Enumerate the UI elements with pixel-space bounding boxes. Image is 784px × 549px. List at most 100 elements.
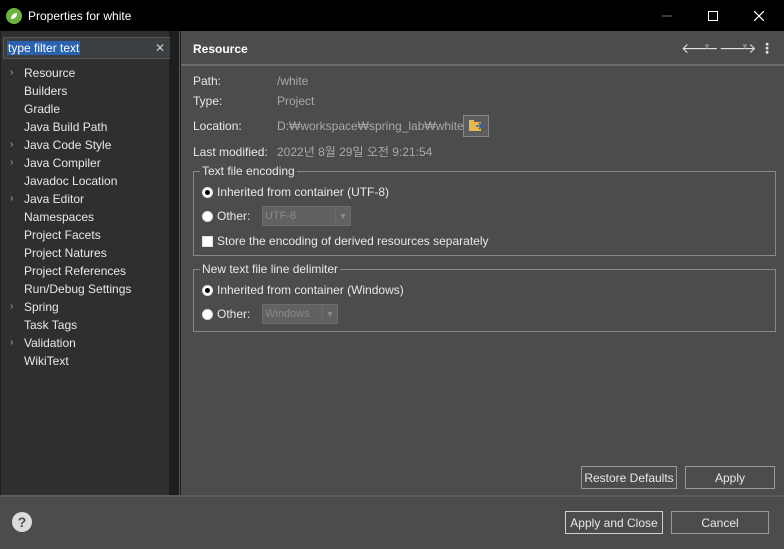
tree-item-label: Javadoc Location <box>24 174 118 188</box>
store-derived-label: Store the encoding of derived resources … <box>217 234 489 248</box>
tree-item-label: Project Natures <box>24 246 107 260</box>
chevron-down-icon[interactable]: ▼ <box>335 207 350 225</box>
page-title: Resource <box>193 42 248 56</box>
delimiter-combo[interactable]: Windows ▼ <box>262 304 338 324</box>
encoding-other-label: Other: <box>217 209 251 223</box>
tree-item-label: Validation <box>24 336 76 350</box>
path-label: Path: <box>193 74 222 88</box>
left-pane: type filter text ✕ › Resource Builders Grad… <box>1 31 171 495</box>
delimiter-other-radio[interactable]: Other: <box>202 305 250 323</box>
radio-unselected-icon[interactable] <box>202 308 213 320</box>
tree-item-label: Gradle <box>24 102 61 116</box>
help-icon[interactable]: ? <box>12 512 32 532</box>
modified-label: Last modified: <box>193 145 268 159</box>
encoding-group: Text file encoding Inherited from contai… <box>193 163 776 256</box>
encoding-other-radio[interactable]: Other: <box>202 207 250 225</box>
tree-item-project-references[interactable]: Project References <box>1 262 169 280</box>
cancel-button[interactable]: Cancel <box>671 511 769 534</box>
encoding-group-title: Text file encoding <box>200 163 297 179</box>
right-pane: Resource 🡐 ▼ 🡒 ▼ ⋮ Path: /white Type: Pr… <box>181 31 784 495</box>
forward-arrow-icon[interactable]: 🡒 <box>719 40 757 57</box>
type-value: Project <box>277 94 315 108</box>
tree-item-label: Task Tags <box>24 318 78 332</box>
back-dropdown-icon[interactable]: ▼ <box>703 42 711 51</box>
tree-item-label: Project References <box>24 264 127 278</box>
path-value: /white <box>277 74 309 88</box>
tree-item-validation[interactable]: › Validation <box>1 334 169 352</box>
tree-item-label: Run/Debug Settings <box>24 282 132 296</box>
back-arrow-icon[interactable]: 🡐 <box>681 40 719 57</box>
chevron-right-icon[interactable]: › <box>10 334 13 352</box>
delimiter-group: New text file line delimiter Inherited f… <box>193 261 776 332</box>
page-header: Resource 🡐 ▼ 🡒 ▼ ⋮ <box>181 31 784 66</box>
tree-item-label: Builders <box>24 84 68 98</box>
tree-item-label: Java Editor <box>24 192 85 206</box>
delimiter-other-label: Other: <box>217 307 251 321</box>
pane-divider[interactable] <box>170 31 180 495</box>
type-label: Type: <box>193 94 223 108</box>
encoding-combo[interactable]: UTF-8 ▼ <box>262 206 351 226</box>
chevron-right-icon[interactable]: › <box>10 190 13 208</box>
tree-item-builders[interactable]: Builders <box>1 82 169 100</box>
chevron-right-icon[interactable]: › <box>10 154 13 172</box>
tree-item-label: Resource <box>24 66 76 80</box>
tree-item-gradle[interactable]: Gradle <box>1 100 169 118</box>
minimize-icon <box>662 15 672 16</box>
tree-item-label: Namespaces <box>24 210 95 224</box>
maximize-button[interactable] <box>690 0 736 31</box>
chevron-right-icon[interactable]: › <box>10 136 13 154</box>
clear-icon[interactable]: ✕ <box>155 41 165 55</box>
tree-item-label: Java Code Style <box>24 138 112 152</box>
delimiter-inherited-radio[interactable]: Inherited from container (Windows) <box>202 281 404 299</box>
encoding-inherited-label: Inherited from container (UTF-8) <box>217 185 390 199</box>
tree-item-java-compiler[interactable]: › Java Compiler <box>1 154 169 172</box>
chevron-down-icon[interactable]: ▼ <box>322 305 337 323</box>
close-button[interactable] <box>736 0 782 31</box>
modified-row: Last modified: 2022년 8월 29일 오전 9:21:54 <box>193 143 432 161</box>
tree-item-resource[interactable]: › Resource <box>1 64 169 82</box>
window-title: Properties for white <box>28 8 132 23</box>
open-location-button[interactable] <box>463 115 489 137</box>
tree-item-namespaces[interactable]: Namespaces <box>1 208 169 226</box>
delimiter-group-title: New text file line delimiter <box>200 261 341 277</box>
open-folder-icon <box>469 120 484 131</box>
tree-item-java-editor[interactable]: › Java Editor <box>1 190 169 208</box>
bottom-bar: ? Apply and Close Cancel <box>0 497 784 549</box>
encoding-inherited-radio[interactable]: Inherited from container (UTF-8) <box>202 183 389 201</box>
radio-selected-icon[interactable] <box>202 186 213 198</box>
restore-defaults-button[interactable]: Restore Defaults <box>581 466 677 489</box>
title-bar: Properties for white <box>0 0 784 31</box>
more-vert-icon[interactable]: ⋮ <box>760 40 774 57</box>
tree-item-java-code-style[interactable]: › Java Code Style <box>1 136 169 154</box>
filter-text[interactable]: type filter text <box>7 41 81 55</box>
encoding-combo-value: UTF-8 <box>265 210 297 222</box>
property-tree: › Resource Builders Gradle Java Build Path › J… <box>1 64 169 370</box>
spring-leaf-icon <box>6 7 22 24</box>
tree-item-wikitext[interactable]: WikiText <box>1 352 169 370</box>
tree-item-project-facets[interactable]: Project Facets <box>1 226 169 244</box>
chevron-right-icon[interactable]: › <box>10 298 13 316</box>
tree-item-javadoc-location[interactable]: Javadoc Location <box>1 172 169 190</box>
checkbox-icon[interactable] <box>202 235 213 247</box>
tree-item-java-build-path[interactable]: Java Build Path <box>1 118 169 136</box>
tree-item-label: WikiText <box>24 354 69 368</box>
path-row: Path: /white <box>193 72 308 90</box>
tree-item-run-debug-settings[interactable]: Run/Debug Settings <box>1 280 169 298</box>
tree-item-label: Project Facets <box>24 228 101 242</box>
tree-item-project-natures[interactable]: Project Natures <box>1 244 169 262</box>
location-row: Location: D:₩workspace₩spring_lab₩white <box>193 117 464 135</box>
apply-button[interactable]: Apply <box>685 466 775 489</box>
tree-item-spring[interactable]: › Spring <box>1 298 169 316</box>
forward-dropdown-icon[interactable]: ▼ <box>741 42 749 51</box>
apply-and-close-button[interactable]: Apply and Close <box>565 511 663 534</box>
filter-input[interactable]: type filter text ✕ <box>3 37 171 59</box>
type-row: Type: Project <box>193 92 314 110</box>
chevron-right-icon[interactable]: › <box>10 64 13 82</box>
store-derived-checkbox[interactable]: Store the encoding of derived resources … <box>202 232 489 250</box>
radio-unselected-icon[interactable] <box>202 210 213 222</box>
location-label: Location: <box>193 119 242 133</box>
tree-item-label: Java Compiler <box>24 156 101 170</box>
tree-item-task-tags[interactable]: Task Tags <box>1 316 169 334</box>
radio-selected-icon[interactable] <box>202 284 213 296</box>
minimize-button[interactable] <box>644 0 690 31</box>
